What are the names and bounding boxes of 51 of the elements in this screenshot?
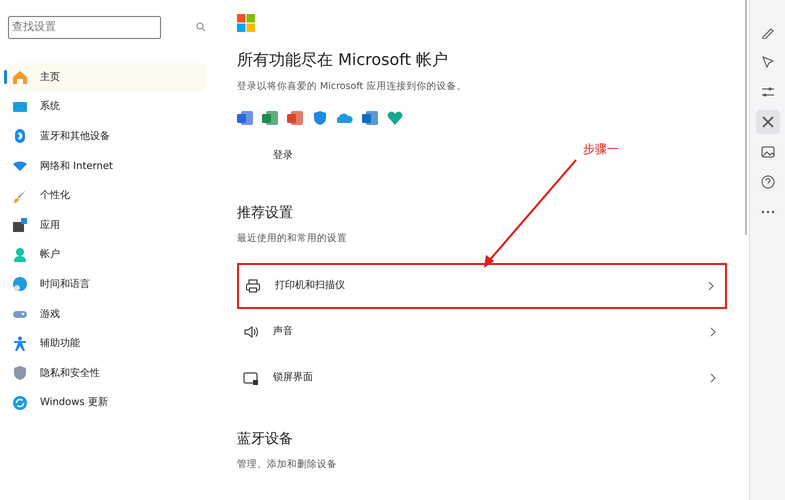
home-icon [12, 69, 28, 86]
sidebar-item[interactable]: Windows 更新 [8, 388, 207, 418]
search-field[interactable]: 查找设置 [8, 16, 161, 38]
section-title: 推荐设置 [237, 204, 294, 224]
sidebar-item[interactable]: 个性化 [8, 180, 207, 210]
settings-row[interactable]: 声音 [237, 308, 727, 354]
settings-row[interactable]: 锁屏界面 [237, 354, 727, 400]
sign-in-button[interactable]: 登录 [263, 144, 303, 168]
chevron-right-icon [709, 326, 717, 336]
chevron-right-icon [707, 280, 715, 290]
image-icon [760, 145, 774, 159]
heart-icon [387, 110, 404, 126]
toolbar-button[interactable] [756, 110, 780, 134]
brush-icon [12, 188, 28, 204]
sidebar-item[interactable]: 网络和 Internet [8, 151, 207, 181]
shield-icon [12, 365, 28, 382]
section-title: 蓝牙设备 [237, 430, 294, 448]
search-icon [196, 22, 206, 32]
lock-screen-icon [243, 370, 259, 386]
annotation-label: 步骤一 [583, 141, 619, 158]
section-subtitle: 登录以将你喜爱的 Microsoft 应用连接到你的设备。 [237, 80, 468, 94]
sidebar-item[interactable]: 系统 [8, 92, 207, 122]
section-subtitle: 管理、添加和删除设备 [237, 458, 338, 472]
help-icon [760, 175, 774, 189]
person-icon [12, 246, 28, 263]
shield-icon [312, 110, 329, 126]
sidebar-item[interactable]: 游戏 [8, 299, 207, 329]
chevron-right-icon [709, 372, 717, 382]
sidebar-item[interactable]: 隐私和安全性 [8, 358, 207, 388]
section-subtitle: 最近使用的和常用的设置 [237, 232, 348, 246]
accessibility-icon [12, 336, 28, 352]
sidebar-item[interactable]: 帐户 [8, 240, 207, 270]
sidebar-item[interactable]: 时间和语言 [8, 270, 207, 300]
printer-icon [245, 278, 261, 294]
word-icon [237, 110, 254, 126]
excel-icon [262, 110, 279, 126]
sidebar-item[interactable]: 应用 [8, 210, 207, 240]
speaker-icon [243, 324, 259, 340]
sidebar-item[interactable]: 蓝牙和其他设备 [8, 122, 207, 152]
section-title: 所有功能尽在 Microsoft 帐户 [237, 49, 449, 71]
outlook-icon [362, 110, 379, 126]
sidebar-item[interactable]: 辅助功能 [8, 328, 207, 358]
cursor-icon [760, 55, 774, 69]
bluetooth-icon [12, 128, 28, 144]
update-icon [12, 394, 28, 411]
sliders-icon [760, 85, 774, 99]
windows-logo-icon [237, 14, 255, 32]
apps-icon [12, 217, 28, 234]
settings-row[interactable]: 打印机和扫描仪 [237, 262, 727, 308]
globe-clock-icon [12, 276, 28, 292]
powerpoint-icon [287, 110, 304, 126]
